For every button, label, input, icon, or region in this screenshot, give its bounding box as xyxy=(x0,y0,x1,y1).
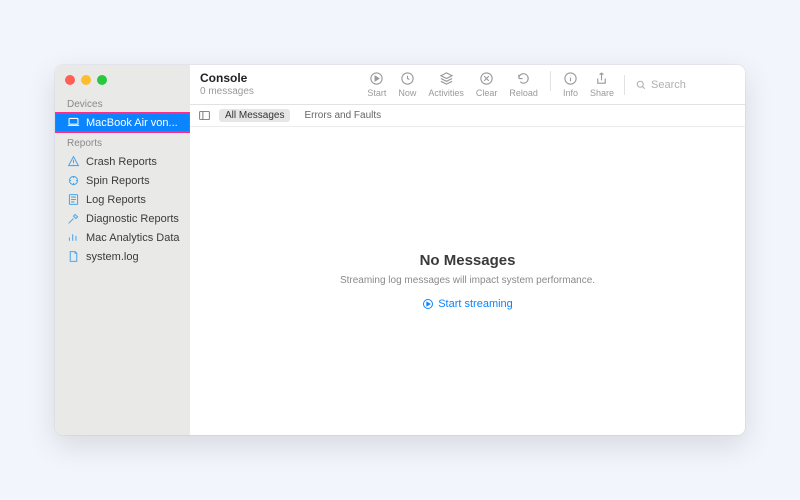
main-pane: Console 0 messages Start Now Activities xyxy=(190,65,745,435)
sidebar-section-devices: Devices xyxy=(55,93,190,113)
sidebar-item-crash-reports[interactable]: Crash Reports xyxy=(55,152,190,171)
sidebar-section-reports: Reports xyxy=(55,132,190,152)
toolbar-button-label: Now xyxy=(398,88,416,98)
toolbar-button-label: Clear xyxy=(476,88,498,98)
file-icon xyxy=(67,250,80,263)
share-button[interactable]: Share xyxy=(590,71,614,98)
clear-button[interactable]: Clear xyxy=(476,71,498,98)
sidebar-item-macbook-air[interactable]: MacBook Air von... xyxy=(55,113,190,132)
clock-icon xyxy=(400,71,415,86)
empty-state: No Messages Streaming log messages will … xyxy=(190,127,745,435)
toolbar-button-label: Info xyxy=(563,88,578,98)
layers-icon xyxy=(439,71,454,86)
sidebar-item-label: MacBook Air von... xyxy=(86,117,178,129)
analytics-icon xyxy=(67,231,80,244)
sidebar-item-label: system.log xyxy=(86,251,139,263)
sidebar-item-mac-analytics[interactable]: Mac Analytics Data xyxy=(55,228,190,247)
toolbar: Console 0 messages Start Now Activities xyxy=(190,65,745,105)
info-button[interactable]: Info xyxy=(563,71,578,98)
toolbar-button-label: Start xyxy=(367,88,386,98)
segment-all-messages[interactable]: All Messages xyxy=(219,109,290,122)
filter-bar: All Messages Errors and Faults xyxy=(190,105,745,127)
toolbar-button-label: Share xyxy=(590,88,614,98)
app-window: Devices MacBook Air von... Reports Crash… xyxy=(55,65,745,435)
clear-icon xyxy=(479,71,494,86)
minimize-window-button[interactable] xyxy=(81,75,91,85)
now-button[interactable]: Now xyxy=(398,71,416,98)
search-icon xyxy=(635,79,647,91)
share-icon xyxy=(594,71,609,86)
message-count: 0 messages xyxy=(200,86,254,97)
close-window-button[interactable] xyxy=(65,75,75,85)
toolbar-button-label: Reload xyxy=(509,88,538,98)
sidebar-item-diagnostic-reports[interactable]: Diagnostic Reports xyxy=(55,209,190,228)
start-streaming-button[interactable]: Start streaming xyxy=(422,298,513,310)
segment-errors-and-faults[interactable]: Errors and Faults xyxy=(298,109,387,122)
log-icon xyxy=(67,193,80,206)
sidebar-item-label: Spin Reports xyxy=(86,175,150,187)
search-field[interactable]: Search xyxy=(635,79,735,91)
app-title: Console xyxy=(200,72,254,85)
sidebar-item-spin-reports[interactable]: Spin Reports xyxy=(55,171,190,190)
sidebar-item-log-reports[interactable]: Log Reports xyxy=(55,190,190,209)
play-circle-icon xyxy=(422,298,434,310)
empty-subtext: Streaming log messages will impact syste… xyxy=(340,275,595,286)
toolbar-separator xyxy=(624,75,625,95)
laptop-icon xyxy=(67,116,80,129)
sidebar-item-system-log[interactable]: system.log xyxy=(55,247,190,266)
info-icon xyxy=(563,71,578,86)
sidebar-toggle-icon[interactable] xyxy=(198,109,211,122)
reload-icon xyxy=(516,71,531,86)
warning-icon xyxy=(67,155,80,168)
activities-button[interactable]: Activities xyxy=(428,71,464,98)
spin-icon xyxy=(67,174,80,187)
sidebar-item-label: Log Reports xyxy=(86,194,146,206)
tools-icon xyxy=(67,212,80,225)
start-button[interactable]: Start xyxy=(367,71,386,98)
window-controls xyxy=(55,65,190,93)
reload-button[interactable]: Reload xyxy=(509,71,538,98)
search-placeholder: Search xyxy=(651,79,686,91)
sidebar-item-label: Diagnostic Reports xyxy=(86,213,179,225)
toolbar-button-label: Activities xyxy=(428,88,464,98)
zoom-window-button[interactable] xyxy=(97,75,107,85)
sidebar-item-label: Crash Reports xyxy=(86,156,157,168)
toolbar-buttons: Start Now Activities Clear Reload xyxy=(367,71,614,98)
start-streaming-label: Start streaming xyxy=(438,298,513,310)
play-circle-icon xyxy=(369,71,384,86)
toolbar-separator xyxy=(550,71,551,91)
sidebar: Devices MacBook Air von... Reports Crash… xyxy=(55,65,190,435)
empty-headline: No Messages xyxy=(420,252,516,269)
sidebar-item-label: Mac Analytics Data xyxy=(86,232,180,244)
toolbar-title-block: Console 0 messages xyxy=(200,72,254,96)
